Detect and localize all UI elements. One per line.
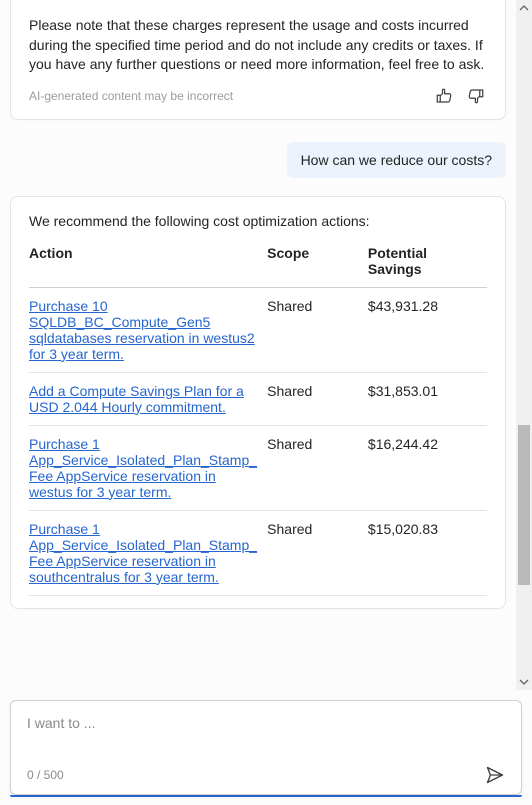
col-header-savings: Potential Savings (368, 241, 487, 288)
action-link[interactable]: Purchase 1 App_Service_Isolated_Plan_Sta… (29, 436, 257, 500)
table-row: Purchase 1 App_Service_Isolated_Plan_Sta… (29, 425, 487, 510)
scope-cell: Shared (267, 372, 368, 425)
col-header-scope: Scope (267, 241, 368, 288)
send-icon[interactable] (483, 763, 507, 787)
scope-cell: Shared (267, 425, 368, 510)
disclaimer-row: AI-generated content may be incorrect (29, 85, 487, 107)
chat-input-bar: 0 / 500 (10, 700, 522, 795)
user-message-row: How can we reduce our costs? (10, 142, 506, 178)
action-link[interactable]: Add a Compute Savings Plan for a USD 2.0… (29, 383, 244, 415)
savings-cell: $15,020.83 (368, 510, 487, 595)
table-row: Purchase 10 SQLDB_BC_Compute_Gen5 sqldat… (29, 287, 487, 372)
user-message-bubble: How can we reduce our costs? (287, 142, 506, 178)
cost-optimization-table: Action Scope Potential Savings Purchase … (29, 241, 487, 596)
ai-card: Please note that these charges represent… (10, 0, 506, 120)
chat-panel: Please note that these charges represent… (0, 0, 532, 805)
action-link[interactable]: Purchase 1 App_Service_Isolated_Plan_Sta… (29, 521, 257, 585)
scope-cell: Shared (267, 287, 368, 372)
col-header-action: Action (29, 241, 267, 288)
scrollbar[interactable] (516, 0, 532, 690)
table-row: Add a Compute Savings Plan for a USD 2.0… (29, 372, 487, 425)
ai-message-previous: Please note that these charges represent… (0, 0, 516, 120)
input-footer: 0 / 500 (11, 760, 521, 794)
action-link[interactable]: Purchase 10 SQLDB_BC_Compute_Gen5 sqldat… (29, 298, 255, 362)
recommendation-intro: We recommend the following cost optimiza… (29, 213, 487, 229)
scope-cell: Shared (267, 510, 368, 595)
table-row: Purchase 1 App_Service_Isolated_Plan_Sta… (29, 510, 487, 595)
scroll-down-icon[interactable] (516, 674, 532, 690)
thumbs-up-icon[interactable] (433, 85, 455, 107)
thumbs-down-icon[interactable] (465, 85, 487, 107)
scroll-thumb[interactable] (518, 425, 530, 585)
chat-input[interactable] (11, 701, 521, 760)
messages-scroll-area: Please note that these charges represent… (0, 0, 516, 690)
ai-note-text: Please note that these charges represent… (29, 16, 487, 75)
savings-cell: $31,853.01 (368, 372, 487, 425)
scroll-up-icon[interactable] (516, 0, 532, 16)
input-accent-bar (10, 795, 522, 797)
savings-cell: $43,931.28 (368, 287, 487, 372)
char-counter: 0 / 500 (27, 768, 64, 782)
ai-card: We recommend the following cost optimiza… (10, 196, 506, 609)
ai-disclaimer: AI-generated content may be incorrect (29, 89, 233, 103)
feedback-buttons (433, 85, 487, 107)
ai-message-recommendations: We recommend the following cost optimiza… (0, 196, 516, 609)
savings-cell: $16,244.42 (368, 425, 487, 510)
